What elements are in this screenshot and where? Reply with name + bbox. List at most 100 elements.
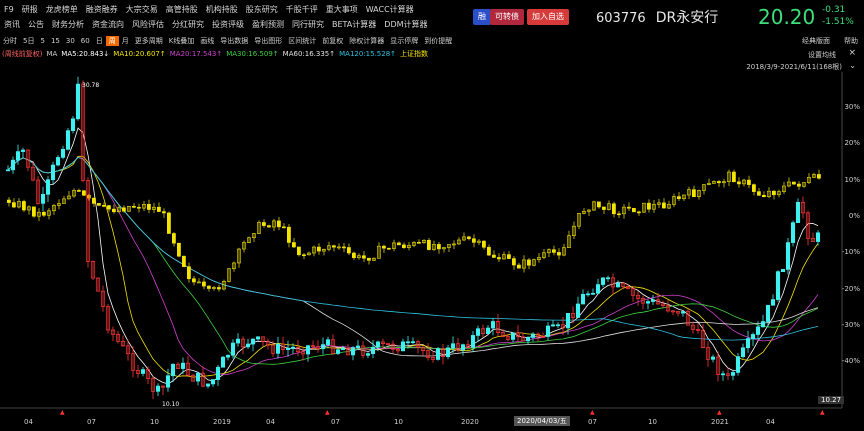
event-marker-icon: ▲ <box>820 409 825 416</box>
candle-body <box>5 169 11 172</box>
candle-body <box>740 347 746 357</box>
candle-body <box>815 232 821 242</box>
y-tick-label: -10% <box>841 248 860 257</box>
index-candle <box>301 254 306 257</box>
x-tick-label: 07 <box>331 418 340 426</box>
index-candle <box>192 278 196 283</box>
index-candle <box>266 225 271 228</box>
index-candle <box>691 189 696 197</box>
event-marker-icon: ▲ <box>717 409 722 416</box>
index-candle <box>286 226 291 243</box>
candle-body <box>400 341 406 352</box>
index-candle <box>31 206 36 217</box>
index-candle <box>41 211 46 216</box>
index-candle <box>167 212 171 234</box>
y-tick-label: 0% <box>848 211 860 220</box>
ma120-line <box>7 156 819 341</box>
candle-body <box>600 277 606 285</box>
crosshair-date: 2020/04/03/五 <box>514 416 570 426</box>
index-candle <box>366 257 371 261</box>
index-candle <box>551 249 556 253</box>
candle-body <box>410 341 416 344</box>
candle-body <box>525 337 531 342</box>
index-candle <box>112 208 116 213</box>
candle-body <box>205 383 211 387</box>
index-candle <box>276 220 281 228</box>
index-candle <box>661 202 666 209</box>
index-candle <box>207 285 211 289</box>
index-candle <box>77 190 81 192</box>
candle-body <box>220 356 226 368</box>
index-candle <box>436 244 441 250</box>
candle-body <box>320 344 326 350</box>
candle-body <box>75 83 81 120</box>
candle-body <box>475 328 481 336</box>
kline-chart[interactable]: ▲ ▲ ▲ ▲ ▲ <box>0 0 864 431</box>
candle-body <box>50 164 56 181</box>
candle-body <box>70 118 76 132</box>
index-candle <box>746 179 751 185</box>
candle-body <box>590 292 596 295</box>
index-candle <box>636 211 641 214</box>
candle-body <box>245 343 251 348</box>
index-candle <box>291 242 296 248</box>
candle-body <box>195 372 201 382</box>
index-candle <box>796 183 801 187</box>
x-tick-label: 2019 <box>213 418 231 426</box>
candle-body <box>10 159 16 171</box>
candle-body <box>735 356 741 373</box>
index-candle <box>351 252 356 259</box>
candle-body <box>785 242 791 270</box>
index-candle <box>556 252 561 256</box>
candle-body <box>305 345 311 355</box>
candle-body <box>730 372 736 376</box>
candle-body <box>765 304 771 322</box>
event-marker-icon: ▲ <box>325 409 330 416</box>
candle-body <box>285 348 291 350</box>
event-marker-icon: ▲ <box>590 409 595 416</box>
candle-body <box>460 344 466 351</box>
candle-body <box>710 356 716 360</box>
index-candle <box>162 211 166 214</box>
candle-body <box>65 130 71 150</box>
candle-body <box>595 284 601 294</box>
candle-body <box>565 312 571 329</box>
candle-body <box>750 334 756 339</box>
candle-body <box>60 148 66 158</box>
y-tick-label: -40% <box>841 357 860 366</box>
index-candle <box>626 206 631 209</box>
y-tick-label: -30% <box>841 320 860 329</box>
index-candle <box>147 203 151 210</box>
index-candle <box>137 206 141 209</box>
ma60-line <box>7 156 819 357</box>
y-tick-label: 10% <box>844 175 860 184</box>
index-candle <box>346 247 351 254</box>
x-tick-label: 07 <box>87 418 96 426</box>
index-candle <box>396 242 401 246</box>
candle-body <box>335 349 341 354</box>
x-tick-label: 10 <box>150 418 159 426</box>
candle-body <box>15 151 21 161</box>
candle-body <box>680 311 686 314</box>
candle-body <box>365 353 371 356</box>
index-candle <box>506 254 511 259</box>
candle-body <box>775 271 781 300</box>
candle-body <box>350 347 356 356</box>
x-tick-label: 04 <box>266 418 275 426</box>
index-candle <box>122 207 126 212</box>
index-candle <box>526 259 531 266</box>
candle-body <box>485 327 491 335</box>
index-candle <box>102 205 106 207</box>
candle-body <box>585 293 591 296</box>
candle-body <box>790 222 796 243</box>
candle-body <box>375 341 381 348</box>
candle-body <box>490 321 496 329</box>
candle-body <box>755 326 761 335</box>
y-tick-label: 30% <box>844 103 860 111</box>
index-candle <box>751 184 756 192</box>
candle-body <box>370 346 376 354</box>
y-tick-label: -20% <box>841 284 860 293</box>
candle-body <box>355 345 361 348</box>
index-candle <box>596 201 601 208</box>
candle-body <box>140 369 146 374</box>
